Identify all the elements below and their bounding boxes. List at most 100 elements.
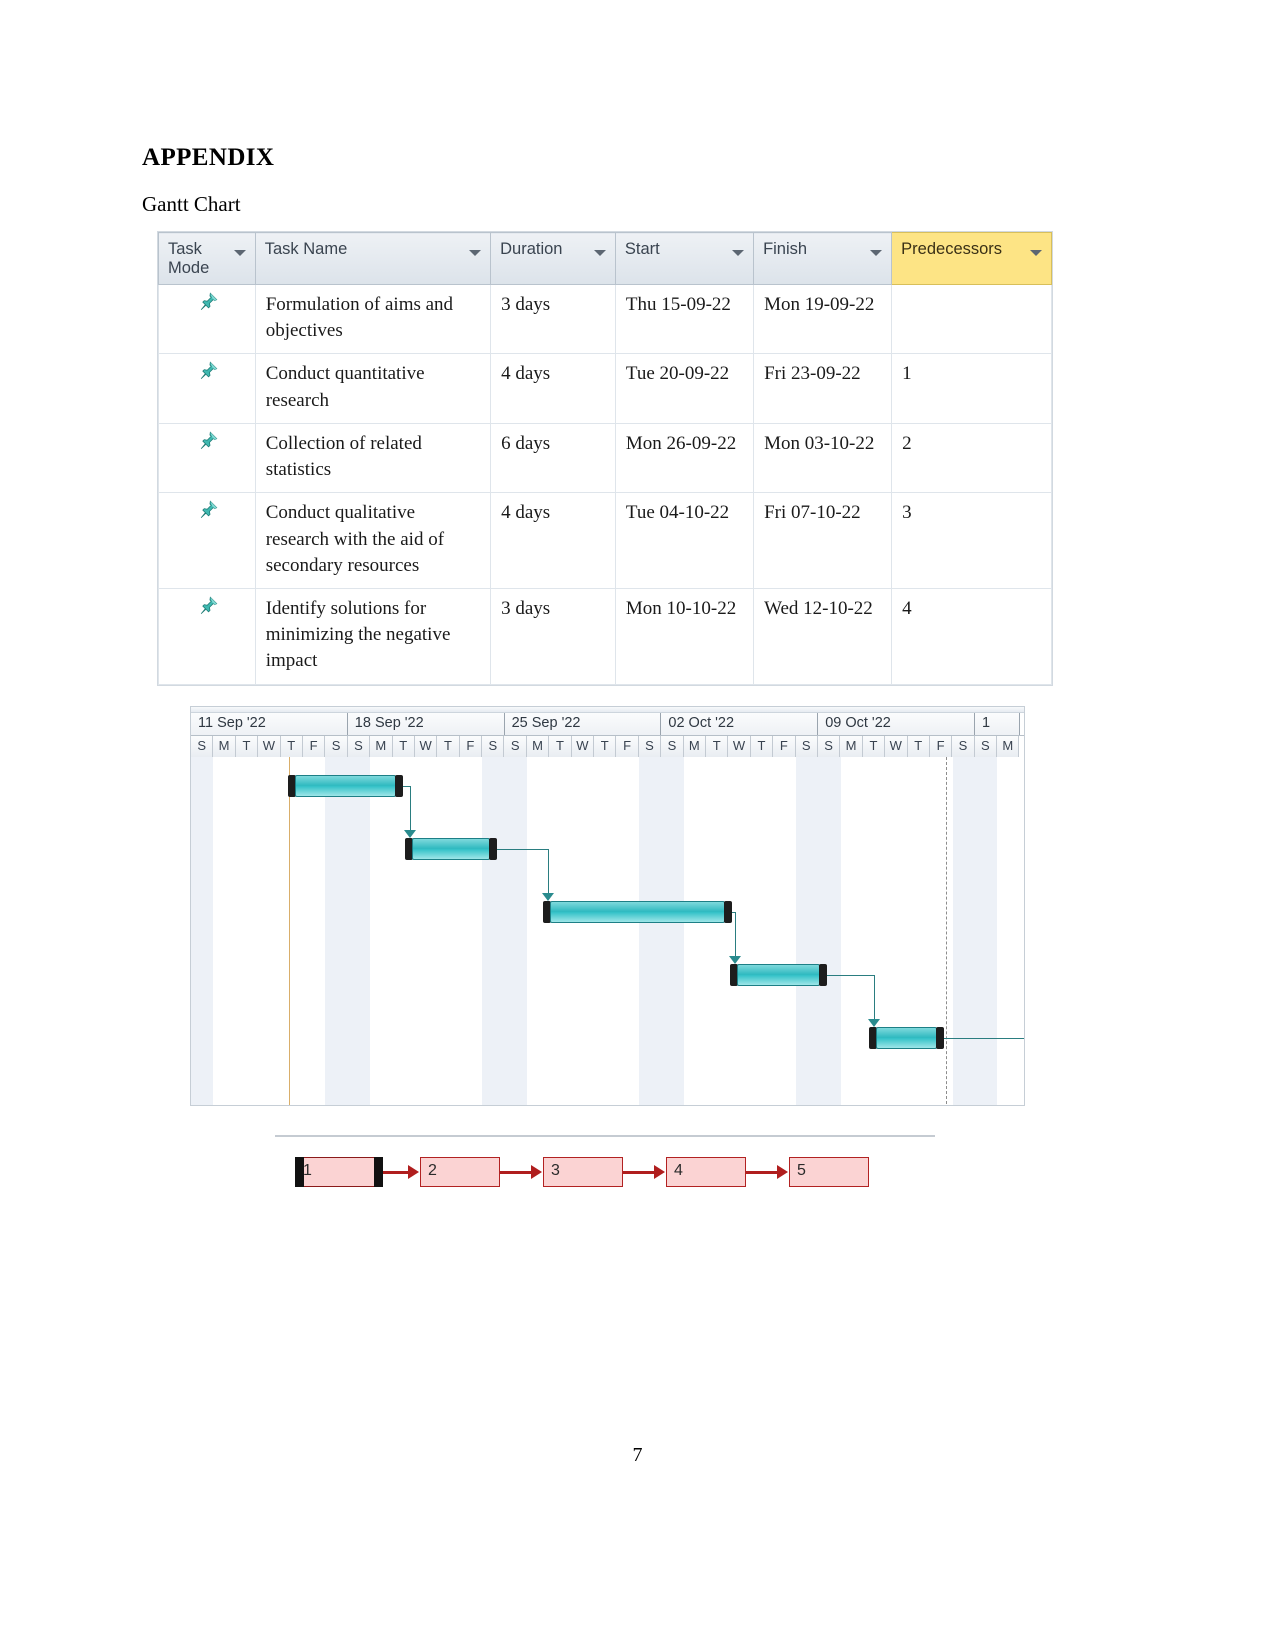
chevron-down-icon[interactable] [469, 250, 482, 256]
cell-start[interactable]: Mon 26-09-22 [614, 422, 755, 494]
cell-finish[interactable]: Fri 07-10-22 [753, 492, 893, 589]
gantt-bar-body [876, 1027, 937, 1049]
cell-task-mode[interactable] [158, 422, 256, 494]
network-link [500, 1171, 532, 1174]
gantt-bar[interactable] [730, 964, 827, 986]
network-node-label: 3 [551, 1162, 560, 1179]
cell-task-name[interactable]: Collection of related statistics [254, 422, 492, 494]
column-header-start[interactable]: Start [614, 232, 755, 285]
network-diagram: 1 2 3 4 5 [275, 1135, 935, 1195]
gantt-day-label: S [325, 736, 348, 757]
gantt-bar-end-cap [724, 901, 732, 923]
cell-start[interactable]: Thu 15-09-22 [614, 283, 755, 355]
table-row[interactable]: Identify solutions for minimizing the ne… [158, 587, 1052, 685]
table-row[interactable]: Collection of related statistics 6 days Mo… [158, 422, 1052, 494]
cell-duration[interactable]: 3 days [490, 587, 616, 685]
weekend-band [661, 757, 684, 1105]
weekend-band [325, 757, 348, 1105]
gantt-day-label: T [392, 736, 415, 757]
cell-task-mode[interactable] [158, 353, 256, 424]
gantt-week-label: 25 Sep '22 [504, 713, 662, 735]
gantt-day-label: W [414, 736, 438, 757]
network-node[interactable]: 1 [295, 1157, 383, 1187]
pushpin-icon [197, 499, 219, 521]
cell-task-mode[interactable] [158, 492, 256, 589]
cell-predecessors[interactable]: 2 [891, 422, 1052, 494]
network-separator [275, 1135, 935, 1137]
gantt-bar[interactable] [543, 901, 732, 923]
gantt-bar[interactable] [869, 1027, 944, 1049]
cell-start[interactable]: Tue 04-10-22 [614, 492, 755, 589]
cell-task-name[interactable]: Identify solutions for minimizing the ne… [254, 587, 492, 685]
gantt-plot-area [191, 757, 1024, 1105]
status-dashed-line [946, 757, 947, 1105]
cell-task-name[interactable]: Formulation of aims and objectives [254, 283, 492, 355]
column-header-task-mode[interactable]: Task Mode [158, 232, 256, 285]
cell-predecessors[interactable]: 1 [891, 353, 1052, 424]
network-node[interactable]: 5 [789, 1157, 869, 1187]
gantt-day-label: W [728, 736, 751, 757]
weekend-band [952, 757, 975, 1105]
cell-finish[interactable]: Fri 23-09-22 [753, 353, 893, 424]
cell-predecessors[interactable]: 3 [891, 492, 1052, 589]
dependency-link [548, 849, 549, 893]
gantt-day-label: S [795, 736, 818, 757]
cell-predecessors[interactable]: 4 [891, 587, 1052, 685]
chevron-down-icon[interactable] [732, 250, 745, 256]
dependency-arrow-icon [729, 956, 741, 964]
gantt-bar[interactable] [405, 838, 497, 860]
gantt-bar-body [295, 775, 396, 797]
cell-duration[interactable]: 3 days [490, 283, 616, 355]
cell-finish[interactable]: Mon 19-09-22 [753, 283, 893, 355]
cell-task-name[interactable]: Conduct quantitative research [254, 353, 492, 424]
table-row[interactable]: Formulation of aims and objectives 3 days… [158, 283, 1052, 355]
network-node[interactable]: 3 [543, 1157, 623, 1187]
cell-task-mode[interactable] [158, 587, 256, 685]
column-header-duration[interactable]: Duration [490, 232, 616, 285]
cell-duration[interactable]: 4 days [490, 353, 616, 424]
gantt-day-label: M [683, 736, 706, 757]
pushpin-icon [197, 291, 219, 313]
weekend-band [795, 757, 819, 1105]
network-node[interactable]: 2 [420, 1157, 500, 1187]
cell-start[interactable]: Tue 20-09-22 [614, 353, 755, 424]
gantt-day-label: M [526, 736, 550, 757]
cell-finish[interactable]: Mon 03-10-22 [753, 422, 893, 494]
table-row[interactable]: Conduct quantitative research 4 days Tue 2… [158, 353, 1052, 424]
cell-duration[interactable]: 6 days [490, 422, 616, 494]
chevron-down-icon[interactable] [870, 250, 883, 256]
weekend-band [482, 757, 505, 1105]
column-header-predecessors[interactable]: Predecessors [891, 232, 1052, 285]
column-header-finish[interactable]: Finish [753, 232, 893, 285]
network-node-label: 4 [674, 1162, 683, 1179]
weekend-band [639, 757, 662, 1105]
dependency-link [874, 975, 875, 1019]
column-header-task-name[interactable]: Task Name [254, 232, 492, 285]
gantt-day-label: W [885, 736, 908, 757]
gantt-day-label: S [974, 736, 998, 757]
network-node[interactable]: 4 [666, 1157, 746, 1187]
gantt-bar-end-cap [819, 964, 827, 986]
cell-task-mode[interactable] [158, 283, 256, 355]
network-arrow-icon [654, 1165, 665, 1179]
dependency-arrow-icon [404, 830, 416, 838]
node-start-marker [295, 1157, 304, 1187]
chevron-down-icon[interactable] [233, 250, 246, 256]
gantt-bar[interactable] [288, 775, 403, 797]
gantt-day-label: T [235, 736, 259, 757]
cell-predecessors[interactable] [891, 283, 1052, 355]
gantt-week-label: 18 Sep '22 [347, 713, 505, 735]
gantt-day-label: S [661, 736, 684, 757]
cell-start[interactable]: Mon 10-10-22 [614, 587, 755, 685]
gantt-week-label: 02 Oct '22 [661, 713, 819, 735]
column-header-label: Task Name [264, 240, 348, 258]
network-arrow-icon [531, 1165, 542, 1179]
gantt-day-label: T [862, 736, 886, 757]
cell-finish[interactable]: Wed 12-10-22 [753, 587, 893, 685]
cell-task-name[interactable]: Conduct qualitative research with the ai… [254, 492, 492, 589]
chevron-down-icon[interactable] [1030, 250, 1042, 256]
chevron-down-icon[interactable] [593, 250, 606, 256]
cell-duration[interactable]: 4 days [490, 492, 616, 589]
column-header-label: Task Mode [168, 240, 210, 277]
table-row[interactable]: Conduct qualitative research with the ai… [158, 492, 1052, 589]
